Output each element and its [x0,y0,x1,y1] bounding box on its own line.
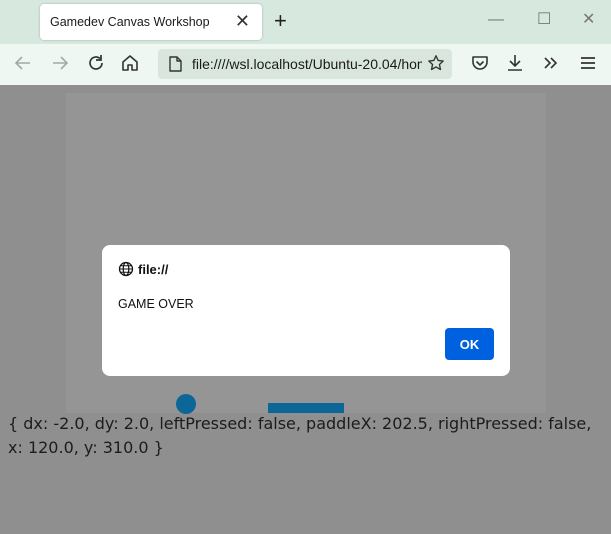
reload-icon[interactable] [86,53,106,77]
globe-icon [118,261,134,280]
file-page-icon [168,56,182,77]
close-icon[interactable]: ✕ [235,12,250,30]
browser-tab[interactable]: Gamedev Canvas Workshop ✕ [40,4,262,40]
bookmark-star-icon[interactable] [427,54,445,77]
forward-arrow-icon[interactable] [50,53,70,77]
minimize-icon[interactable]: — [488,12,504,28]
ok-button[interactable]: OK [445,328,494,360]
download-icon[interactable] [506,53,524,77]
pocket-icon[interactable] [471,53,489,77]
dialog-message: GAME OVER [118,297,194,311]
address-bar[interactable]: file:////wsl.localhost/Ubuntu-20.04/home [158,49,452,79]
alert-dialog: file:// GAME OVER OK [102,245,510,376]
new-tab-plus-icon[interactable]: + [274,10,287,32]
back-arrow-icon[interactable] [13,53,33,77]
dialog-origin-text: file:// [138,262,169,277]
game-state-text: { dx: -2.0, dy: 2.0, leftPressed: false,… [8,414,592,457]
url-text: file:////wsl.localhost/Ubuntu-20.04/home [192,56,422,72]
home-icon[interactable] [120,53,140,77]
game-ball [176,394,196,414]
hamburger-menu-icon[interactable] [579,53,597,77]
navigation-toolbar: file:////wsl.localhost/Ubuntu-20.04/home [0,44,611,85]
overflow-chevrons-icon[interactable] [542,53,560,77]
tab-title: Gamedev Canvas Workshop [50,15,210,29]
window-close-icon[interactable]: ✕ [582,12,595,28]
browser-titlebar: Gamedev Canvas Workshop ✕ + — ☐ ✕ [0,0,611,44]
maximize-icon[interactable]: ☐ [537,12,551,28]
